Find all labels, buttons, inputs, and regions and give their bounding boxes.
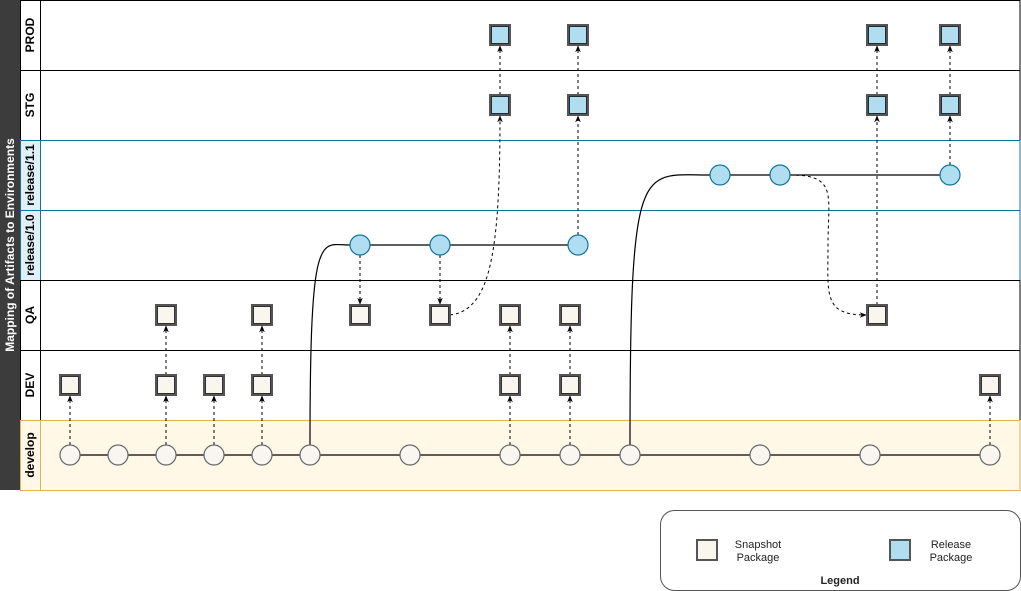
diagram-title: Mapping of Artifacts to Environments (3, 138, 17, 352)
artifact-mapping-diagram: Mapping of Artifacts to Environments PRO… (0, 0, 1021, 591)
lane-label-stg: STG (23, 93, 37, 118)
develop-commit[interactable] (59, 444, 81, 466)
legend-snapshot-swatch (696, 539, 718, 561)
snapshot-package[interactable] (59, 374, 81, 396)
lane-label-rel11: release/1.1 (23, 144, 37, 206)
develop-commit[interactable] (859, 444, 881, 466)
release-package[interactable] (567, 94, 589, 116)
release-commit[interactable] (709, 164, 731, 186)
release-commit[interactable] (567, 234, 589, 256)
develop-commit[interactable] (107, 444, 129, 466)
legend-release-label-1: Release (931, 539, 971, 551)
lane-body-dev (40, 350, 1021, 421)
release-package[interactable] (489, 94, 511, 116)
release-commit[interactable] (429, 234, 451, 256)
develop-commit[interactable] (619, 444, 641, 466)
snapshot-package[interactable] (559, 374, 581, 396)
legend-title: Legend (820, 575, 859, 587)
snapshot-package[interactable] (251, 304, 273, 326)
release-commit[interactable] (349, 234, 371, 256)
snapshot-package[interactable] (155, 304, 177, 326)
snapshot-package[interactable] (251, 374, 273, 396)
snapshot-package[interactable] (499, 304, 521, 326)
legend-release-label-2: Package (930, 552, 973, 564)
release-package[interactable] (866, 24, 888, 46)
release-package[interactable] (866, 94, 888, 116)
snapshot-package[interactable] (979, 374, 1001, 396)
lane-label-dev: DEV (23, 373, 37, 398)
develop-commit[interactable] (299, 444, 321, 466)
legend-snapshot-label-2: Package (737, 552, 780, 564)
develop-commit[interactable] (499, 444, 521, 466)
develop-commit[interactable] (559, 444, 581, 466)
develop-commit[interactable] (155, 444, 177, 466)
develop-commit[interactable] (979, 444, 1001, 466)
lane-label-prod: PROD (23, 17, 37, 52)
develop-commit[interactable] (399, 444, 421, 466)
develop-commit[interactable] (251, 444, 273, 466)
snapshot-package[interactable] (559, 304, 581, 326)
lane-label-develop: develop (23, 432, 37, 477)
snapshot-package[interactable] (203, 374, 225, 396)
legend-snapshot-label-1: Snapshot (735, 539, 781, 551)
release-commit[interactable] (769, 164, 791, 186)
release-package[interactable] (489, 24, 511, 46)
develop-commit[interactable] (749, 444, 771, 466)
snapshot-package[interactable] (429, 304, 451, 326)
release-package[interactable] (939, 94, 961, 116)
title-bar: Mapping of Artifacts to Environments (0, 0, 20, 490)
release-package[interactable] (567, 24, 589, 46)
release-commit[interactable] (939, 164, 961, 186)
snapshot-package[interactable] (866, 304, 888, 326)
snapshot-package[interactable] (155, 374, 177, 396)
legend: Snapshot Package Release Package Legend (660, 510, 1021, 591)
develop-commit[interactable] (203, 444, 225, 466)
release-package[interactable] (939, 24, 961, 46)
snapshot-package[interactable] (499, 374, 521, 396)
lane-label-rel10: release/1.0 (23, 214, 37, 276)
snapshot-package[interactable] (349, 304, 371, 326)
legend-release-swatch (889, 539, 911, 561)
lane-label-qa: QA (23, 306, 37, 324)
